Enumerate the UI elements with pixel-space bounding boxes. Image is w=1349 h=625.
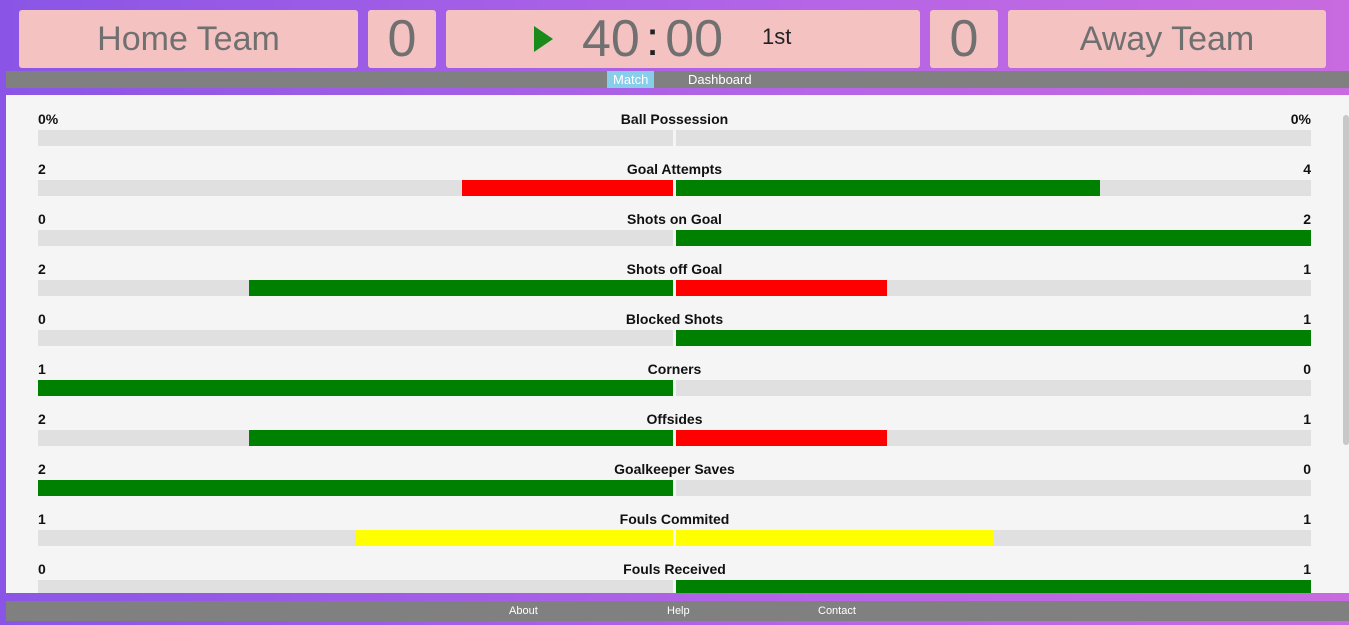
stat-away-value: 1 [1303,561,1311,577]
away-score[interactable]: 0 [930,10,998,68]
home-score[interactable]: 0 [368,10,436,68]
home-stat-bar-track [38,230,673,246]
stat-row: 0 Fouls Received 1 [38,551,1311,593]
away-stat-bar [676,430,888,446]
stat-row: 0% Ball Possession 0% [38,101,1311,151]
tab-match[interactable]: Match [607,71,655,88]
stat-away-value: 1 [1303,311,1311,327]
stat-label: Goal Attempts [626,161,723,177]
scoreboard: Home Team 0 40 : 00 1st 0 Away Team [19,10,1326,68]
away-stat-bar-track [676,480,1311,496]
stat-away-value: 1 [1303,261,1311,277]
home-stat-bar [38,480,673,496]
stat-row: 2 Goalkeeper Saves 0 [38,451,1311,501]
stat-row: 2 Offsides 1 [38,401,1311,451]
away-stat-bar [676,230,1311,246]
home-stat-bar-track [38,430,673,446]
stat-label: Goalkeeper Saves [614,461,735,477]
stat-row: 1 Fouls Commited 1 [38,501,1311,551]
away-stat-bar-track [676,280,1311,296]
stat-row: 2 Shots off Goal 1 [38,251,1311,301]
home-stat-bar-track [38,180,673,196]
home-stat-bar [355,530,673,546]
away-stat-bar-track [676,230,1311,246]
match-period[interactable]: 1st [762,24,791,50]
stat-away-value: 1 [1303,511,1311,527]
home-stat-bar-track [38,380,673,396]
home-stat-bar [249,430,673,446]
match-stats-panel[interactable]: 0% Ball Possession 0% 2 Goal Attempts 4 0 Shots… [6,95,1349,593]
away-stat-bar [676,280,888,296]
away-stat-bar [676,180,1100,196]
stat-away-value: 4 [1303,161,1311,177]
away-stat-bar-track [676,180,1311,196]
stat-row: 2 Goal Attempts 4 [38,151,1311,201]
home-stat-bar-track [38,280,673,296]
clock-separator: : [645,12,660,66]
home-stat-bar [38,380,673,396]
stat-label: Shots on Goal [627,211,722,227]
away-stat-bar-track [676,130,1311,146]
stat-row: 1 Corners 0 [38,351,1311,401]
home-stat-bar-track [38,580,673,593]
home-stat-bar [249,280,673,296]
away-stat-bar-track [676,430,1311,446]
away-stat-bar-track [676,580,1311,593]
stat-label: Fouls Commited [619,511,730,527]
away-stat-bar [676,330,1311,346]
home-stat-bar-track [38,530,673,546]
away-stat-bar [676,580,1311,593]
tab-dashboard[interactable]: Dashboard [682,71,758,88]
home-stat-bar-track [38,130,673,146]
stat-label: Fouls Received [623,561,726,577]
home-stat-bar-track [38,330,673,346]
footer: About Help Contact [6,601,1349,621]
footer-contact-link[interactable]: Contact [818,601,856,621]
stat-away-value: 2 [1303,211,1311,227]
stat-label: Blocked Shots [625,311,724,327]
stat-away-value: 0 [1303,361,1311,377]
footer-about-link[interactable]: About [509,601,538,621]
scrollbar-thumb[interactable] [1343,115,1349,445]
home-stat-bar-track [38,480,673,496]
away-team-name[interactable]: Away Team [1008,10,1326,68]
match-clock-panel: 40 : 00 1st [446,10,920,68]
stat-row: 0 Shots on Goal 2 [38,201,1311,251]
clock-seconds: 00 [665,10,724,68]
stat-away-value: 0% [1290,111,1311,127]
stat-away-value: 0 [1303,461,1311,477]
stat-label: Offsides [646,411,703,427]
stat-label: Shots off Goal [626,261,723,277]
top-navbar: Match Dashboard [6,71,1349,88]
clock-minutes: 40 [582,10,640,68]
away-stat-bar-track [676,530,1311,546]
stat-away-value: 1 [1303,411,1311,427]
away-stat-bar [676,530,994,546]
stat-row: 0 Blocked Shots 1 [38,301,1311,351]
away-stat-bar-track [676,380,1311,396]
away-stat-bar-track [676,330,1311,346]
home-team-name[interactable]: Home Team [19,10,358,68]
home-stat-bar [461,180,673,196]
match-clock: 40 : 00 [582,10,723,68]
stat-label: Ball Possession [620,111,729,127]
footer-help-link[interactable]: Help [667,601,690,621]
stat-label: Corners [647,361,702,377]
play-icon[interactable] [534,26,553,52]
